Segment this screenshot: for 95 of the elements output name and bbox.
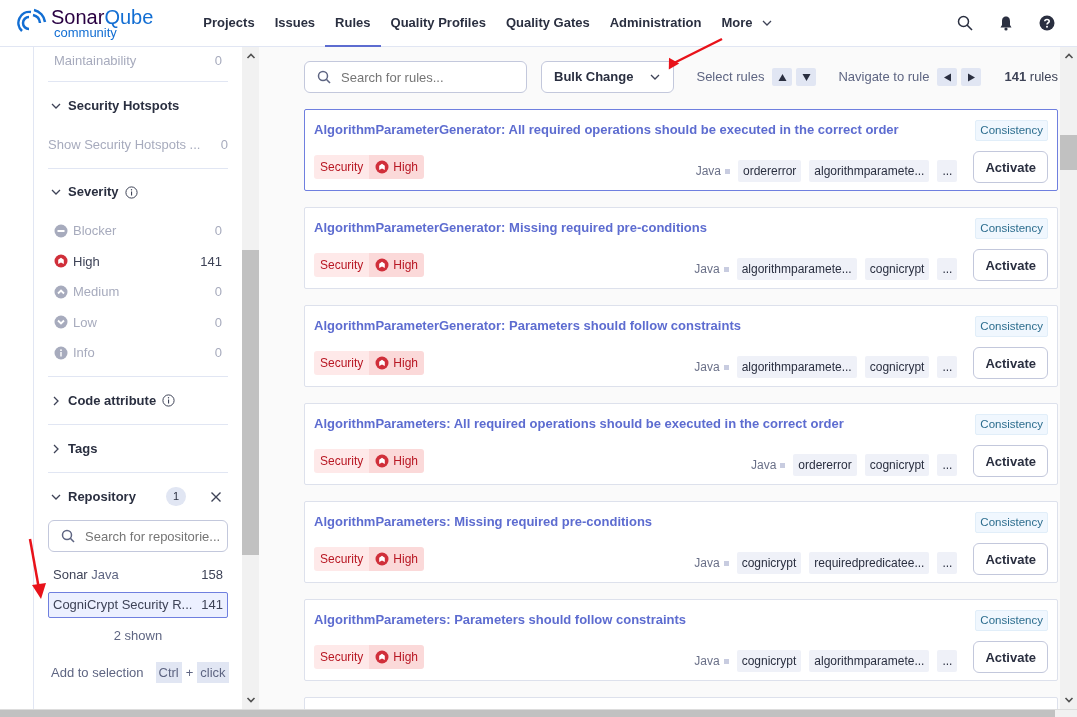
quality-tag: Security xyxy=(314,645,370,670)
shown-count: 2 shown xyxy=(113,628,163,643)
rule-card[interactable]: AlgorithmParameterGenerator: Missing required pre-conditions Consistency Security High Java algorithmparamete... cognicrypt ... Activate xyxy=(304,207,1058,289)
attribute-tag: Consistency xyxy=(975,512,1048,534)
quality-tag: Security xyxy=(314,547,370,572)
nav-link[interactable]: Quality Profiles xyxy=(380,0,496,47)
facet-item-count: 0 xyxy=(214,222,222,240)
rule-count: 141 rules xyxy=(1004,68,1058,87)
rule-title-link[interactable]: AlgorithmParameterGenerator: All required operations should be executed in the correct order xyxy=(314,120,899,140)
rule-title-link[interactable]: AlgorithmParameterGenerator: Missing required pre-conditions xyxy=(314,218,707,238)
rule-tag[interactable]: requiredpredicatee... xyxy=(809,552,930,575)
more-tags[interactable]: ... xyxy=(937,258,958,281)
language-label: Java xyxy=(751,457,777,475)
nav-link[interactable]: Issues xyxy=(264,0,326,47)
nav-link[interactable]: Projects xyxy=(193,0,265,47)
facet-title[interactable]: Code attribute xyxy=(68,390,157,411)
more-tags[interactable]: ... xyxy=(937,650,958,673)
search-field[interactable]: Search for repositorie... xyxy=(48,520,228,552)
activate-button[interactable]: Activate xyxy=(973,543,1048,576)
language-label: Java xyxy=(694,653,720,671)
quality-tag: Security xyxy=(314,449,370,474)
activate-button[interactable]: Activate xyxy=(973,151,1048,184)
rule-tag[interactable]: algorithmparamete... xyxy=(736,356,857,379)
facet-item-count: 141 xyxy=(200,252,222,271)
activate-button[interactable]: Activate xyxy=(973,445,1048,478)
plus-sign: + xyxy=(185,663,194,682)
severity-tag: High xyxy=(369,351,425,376)
more-tags[interactable]: ... xyxy=(937,552,958,575)
facet-item-count: 0 xyxy=(220,135,228,154)
more-tags[interactable]: ... xyxy=(937,356,958,379)
facet-item-count: 158 xyxy=(201,566,223,585)
rule-title-link[interactable]: AlgorithmParameters: All required operations should be executed in the correct order xyxy=(314,414,844,434)
more-tags[interactable]: ... xyxy=(937,160,958,183)
facet-item-label[interactable]: Sonar Java xyxy=(53,565,119,585)
search-field[interactable]: Search for rules... xyxy=(304,61,527,93)
language-label: Java xyxy=(694,261,720,279)
facet-item-count: 0 xyxy=(214,344,222,362)
nav-link[interactable]: Administration xyxy=(599,0,712,47)
rule-tag[interactable]: cognicrypt xyxy=(736,552,802,575)
rule-tag[interactable]: ordererror xyxy=(738,160,802,183)
quality-tag: Security xyxy=(314,155,370,180)
attribute-tag: Consistency xyxy=(975,414,1048,436)
facet-title[interactable]: Security Hotspots xyxy=(68,95,180,116)
facet-title[interactable]: Tags xyxy=(68,438,98,459)
attribute-tag: Consistency xyxy=(975,120,1048,142)
bulk-change-button[interactable]: Bulk Change xyxy=(541,61,675,93)
attribute-tag: Consistency xyxy=(975,218,1048,240)
quality-tag: Security xyxy=(314,253,370,278)
rule-tag[interactable]: algorithmparamete... xyxy=(809,160,930,183)
attribute-tag: Consistency xyxy=(975,610,1048,632)
facet-title[interactable]: Repository xyxy=(68,486,136,507)
severity-tag: High xyxy=(369,645,425,670)
logo-wordmark: SonarQube xyxy=(51,7,154,26)
activate-button[interactable]: Activate xyxy=(973,347,1048,380)
more-tags[interactable]: ... xyxy=(937,454,958,477)
rule-tag[interactable]: cognicrypt xyxy=(864,356,930,379)
hint-text: Navigate to rule xyxy=(838,68,930,87)
facet-item-count: 141 xyxy=(201,596,223,615)
facet-item-count: 0 xyxy=(214,283,222,301)
language-label: Java xyxy=(695,163,721,181)
activate-button[interactable]: Activate xyxy=(973,249,1048,282)
rule-tag[interactable]: ordererror xyxy=(793,454,857,477)
selection-count: 1 xyxy=(165,487,186,506)
nav-link[interactable]: Quality Gates xyxy=(495,0,600,47)
language-label: Java xyxy=(694,359,720,377)
severity-tag: High xyxy=(369,449,425,474)
rule-tag[interactable]: cognicrypt xyxy=(864,258,930,281)
activate-button[interactable]: Activate xyxy=(973,641,1048,674)
facet-item-label[interactable]: CogniCrypt Security R... xyxy=(53,595,193,615)
attribute-tag: Consistency xyxy=(975,316,1048,338)
rule-tag[interactable]: algorithmparamete... xyxy=(736,258,857,281)
rule-card[interactable]: AlgorithmParameters: Missing required pre-conditions Consistency Security High Java cognicrypt requiredpredicatee... ... Activate xyxy=(304,501,1058,583)
rule-tag[interactable]: cognicrypt xyxy=(736,650,802,673)
nav-link[interactable]: More xyxy=(711,0,783,47)
hint-text: Select rules xyxy=(696,68,765,87)
rule-tag[interactable]: algorithmparamete... xyxy=(809,650,930,673)
rule-card[interactable]: AlgorithmParameters: Parameters should follow constraints Consistency Security High Java cognicrypt algorithmparamete... ... Activate xyxy=(304,599,1058,681)
rule-title-link[interactable]: AlgorithmParameters: Missing required pre-conditions xyxy=(314,512,653,532)
severity-tag: High xyxy=(369,253,425,278)
facet-title[interactable]: Severity xyxy=(68,182,119,202)
quality-tag: Security xyxy=(314,351,370,376)
rule-title-link[interactable]: AlgorithmParameterGenerator: Parameters should follow constraints xyxy=(314,316,741,336)
hint-text: Add to selection xyxy=(51,663,144,682)
rule-card[interactable]: AlgorithmParameterGenerator: Parameters should follow constraints Consistency Security High Java algorithmparamete... cognicrypt ... Activate xyxy=(304,305,1058,387)
rule-tag[interactable]: cognicrypt xyxy=(864,454,930,477)
rule-card[interactable]: AlgorithmParameterGenerator: All required operations should be executed in the correct order Consistency Security High Java ordererror algorithmparamete... ... Activate xyxy=(304,109,1058,191)
key-label: Ctrl xyxy=(155,661,182,683)
severity-tag: High xyxy=(369,547,425,572)
facet-item-count: 0 xyxy=(214,313,222,332)
language-label: Java xyxy=(694,555,720,573)
key-label: click xyxy=(197,661,229,683)
rule-title-link[interactable]: AlgorithmParameters: Parameters should follow constraints xyxy=(314,610,687,630)
facet-item-label[interactable]: High xyxy=(73,251,100,271)
rule-card[interactable]: AlgorithmParameters: All required operations should be executed in the correct order Consistency Security High Java ordererror cognicrypt ... Activate xyxy=(304,403,1058,485)
severity-tag: High xyxy=(369,155,425,180)
